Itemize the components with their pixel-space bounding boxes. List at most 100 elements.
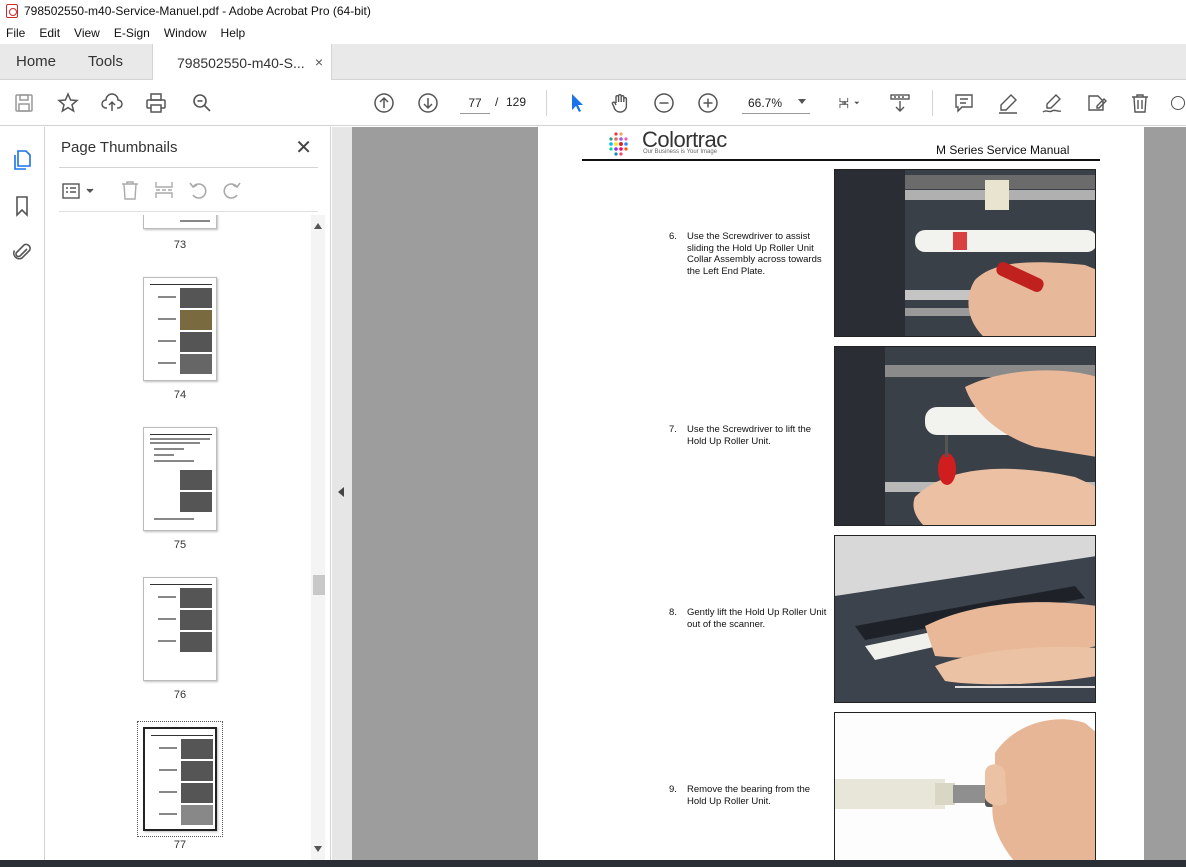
tab-document-label: 798502550-m40-S... — [177, 54, 305, 71]
left-navigation-rail — [0, 127, 45, 860]
delete-trash-icon[interactable] — [1128, 91, 1152, 115]
menu-esign[interactable]: E-Sign — [114, 26, 150, 40]
thumbnail-options-icon[interactable] — [61, 181, 97, 201]
page-thumbnails-icon[interactable] — [11, 149, 33, 171]
tab-document[interactable]: 798502550-m40-S... × — [152, 44, 332, 81]
close-panel-icon[interactable]: ✕ — [295, 135, 312, 160]
rotate-left-icon[interactable] — [187, 179, 209, 201]
page-thumbnail[interactable] — [143, 577, 217, 681]
hand-tool-icon[interactable] — [608, 91, 632, 115]
step-9-photo — [834, 712, 1096, 860]
thumb-photo — [180, 354, 212, 374]
highlight-pen-icon[interactable] — [996, 91, 1020, 115]
print-icon[interactable] — [144, 91, 168, 115]
menu-bar: File Edit View E-Sign Window Help — [0, 22, 1186, 44]
thumb-line — [158, 596, 176, 598]
more-tools-icon[interactable] — [1170, 91, 1186, 115]
thumb-photo — [180, 332, 212, 352]
fill-sign-icon[interactable] — [1084, 91, 1108, 115]
thumb-line — [150, 438, 210, 440]
delete-page-icon[interactable] — [119, 179, 141, 201]
thumb-photo — [180, 632, 212, 652]
thumbnail-page-number: 76 — [173, 689, 187, 701]
thumb-line — [159, 747, 177, 749]
zoom-out-icon[interactable] — [652, 91, 676, 115]
chevron-down-icon — [798, 99, 806, 104]
thumb-photo — [180, 470, 212, 490]
thumbnail-page-number: 77 — [173, 839, 187, 851]
thumbnail-scrollbar[interactable] — [311, 215, 325, 860]
menu-window[interactable]: Window — [164, 26, 207, 40]
brand-tagline: Our Business is Your Image — [643, 149, 718, 155]
document-viewport[interactable]: Colortrac Our Business is Your Image M S… — [332, 127, 1186, 860]
tab-tools[interactable]: Tools — [88, 53, 123, 70]
scroll-up-icon[interactable] — [314, 223, 322, 229]
thumbnail-page-number: 73 — [173, 239, 187, 251]
colortrac-dots-icon — [609, 132, 628, 156]
close-tab-icon[interactable]: × — [315, 54, 323, 70]
thumbnail-page-number: 74 — [173, 389, 187, 401]
previous-page-icon[interactable] — [372, 91, 396, 115]
window-title-bar: 798502550-m40-Service-Manuel.pdf - Adobe… — [0, 0, 1186, 22]
menu-file[interactable]: File — [6, 26, 25, 40]
collapse-panel-icon[interactable] — [338, 487, 344, 497]
comment-icon[interactable] — [952, 91, 976, 115]
menu-view[interactable]: View — [74, 26, 100, 40]
save-icon[interactable] — [12, 91, 36, 115]
page-thumbnail[interactable] — [143, 277, 217, 381]
thumb-line — [158, 640, 176, 642]
tab-home[interactable]: Home — [16, 53, 56, 70]
step-8-photo — [834, 535, 1096, 703]
scroll-down-icon[interactable] — [314, 846, 322, 852]
taskbar-strip — [0, 860, 1186, 867]
draw-sign-icon[interactable] — [1040, 91, 1064, 115]
page-thumbnail[interactable] — [143, 427, 217, 531]
upload-cloud-icon[interactable] — [100, 91, 124, 115]
page-thumbnail-current[interactable] — [143, 727, 217, 831]
rotate-right-icon[interactable] — [221, 179, 243, 201]
thumb-header — [150, 282, 212, 285]
menu-help[interactable]: Help — [221, 26, 246, 40]
bookmarks-icon[interactable] — [11, 195, 33, 217]
main-toolbar: 77 / 129 66.7% — [0, 80, 1186, 126]
zoom-in-icon[interactable] — [696, 91, 720, 115]
step-number: 8. — [669, 607, 677, 618]
thumb-line — [159, 813, 177, 815]
step-text: Use the Screwdriver to assist sliding th… — [687, 231, 822, 277]
total-pages: 129 — [506, 95, 527, 109]
thumb-line — [158, 318, 176, 320]
panel-collapse-strip[interactable] — [332, 127, 352, 860]
thumb-line — [158, 362, 176, 364]
panel-divider — [59, 167, 318, 168]
current-page-input[interactable]: 77 — [460, 92, 490, 114]
step-text: Gently lift the Hold Up Roller Unit out … — [687, 607, 827, 630]
bookmark-star-icon[interactable] — [56, 91, 80, 115]
next-page-icon[interactable] — [416, 91, 440, 115]
header-rule — [582, 159, 1100, 161]
thumb-header — [150, 582, 212, 585]
zoom-search-icon[interactable] — [190, 91, 214, 115]
page-display-icon[interactable] — [832, 91, 866, 115]
thumb-line — [154, 518, 194, 520]
panel-divider — [59, 211, 318, 212]
attachments-paperclip-icon[interactable] — [11, 241, 33, 263]
thumb-line — [154, 448, 184, 450]
thumb-header — [151, 733, 213, 736]
thumb-line — [158, 618, 176, 620]
page-thumbnail[interactable] — [143, 215, 217, 229]
pdf-page: Colortrac Our Business is Your Image M S… — [538, 127, 1144, 860]
select-cursor-icon[interactable] — [565, 91, 589, 115]
pdf-file-icon — [6, 4, 18, 18]
menu-edit[interactable]: Edit — [39, 26, 60, 40]
thumb-line — [158, 340, 176, 342]
zoom-level-select[interactable]: 66.7% — [742, 92, 810, 114]
scroll-mode-icon[interactable] — [888, 91, 912, 115]
extract-pages-icon[interactable] — [153, 179, 175, 201]
thumb-photo — [181, 761, 213, 781]
toolbar-divider — [932, 90, 933, 116]
page-separator: / — [495, 95, 499, 109]
step-number: 7. — [669, 424, 677, 435]
tab-bar: Home Tools 798502550-m40-S... × — [0, 44, 1186, 81]
scrollbar-thumb[interactable] — [313, 575, 325, 595]
step-text: Use the Screwdriver to lift the Hold Up … — [687, 424, 812, 447]
